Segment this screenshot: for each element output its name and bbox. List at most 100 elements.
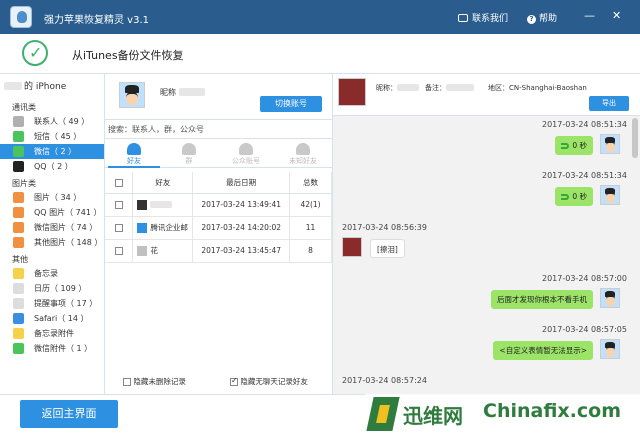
- contact-us-label: 联系我们: [472, 14, 509, 24]
- message-timestamp: 2017-03-24 08:51:34: [542, 120, 627, 129]
- chat-scrollbar[interactable]: [632, 118, 638, 158]
- sidebar-item-label: 备忘录附件: [34, 329, 74, 338]
- sidebar-item[interactable]: 其他图片（ 148 ）: [0, 235, 104, 250]
- hide-deleted-checkbox[interactable]: [123, 378, 131, 386]
- friend-name-cell: 花: [132, 239, 194, 263]
- message-bubble[interactable]: 0 秒: [555, 187, 593, 206]
- message-icon: [458, 14, 468, 22]
- watermark: 迅维网 Chinafix.com: [365, 394, 640, 436]
- sidebar-item-label: 联系人（ 49 ）: [34, 117, 90, 126]
- help-label: 帮助: [539, 14, 558, 24]
- switch-account-button[interactable]: 切换账号: [260, 96, 322, 112]
- close-button[interactable]: ✕: [612, 10, 621, 21]
- count-cell: 11: [289, 216, 332, 240]
- chat-pane: 昵称： 备注： 地区：CN-Shanghai-Baoshan 导出 2017-0…: [333, 74, 640, 394]
- table-row[interactable]: 腾讯企业邮 2017-03-24 14:20:02 11: [105, 216, 332, 240]
- message-bubble[interactable]: <自定义表情暂无法显示>: [493, 341, 593, 360]
- tab-friends[interactable]: 好友: [108, 140, 160, 168]
- table-row[interactable]: 2017-03-24 13:49:41 42(1): [105, 193, 332, 217]
- device-name: 的 iPhone: [4, 79, 66, 92]
- sidebar-item-label: 其他图片（ 148 ）: [34, 238, 103, 247]
- back-to-main-button[interactable]: 返回主界面: [20, 400, 118, 428]
- sidebar-item[interactable]: 微信图片（ 74 ）: [0, 220, 104, 235]
- message-bubble[interactable]: [擦泪]: [370, 239, 405, 258]
- row-checkbox[interactable]: [105, 216, 134, 240]
- sms-icon: [13, 131, 24, 142]
- message-bubble[interactable]: 0 秒: [555, 136, 593, 155]
- photos-icon: [13, 192, 24, 203]
- qq-photos-icon: [13, 207, 24, 218]
- message-avatar: [600, 288, 620, 308]
- contact-tabs: 好友 群 公众账号 未知好友: [105, 140, 332, 168]
- sidebar-item-label: QQ 图片（ 741 ）: [34, 208, 102, 217]
- friend-avatar-icon: [137, 246, 148, 256]
- message-timestamp: 2017-03-24 08:56:39: [342, 223, 427, 232]
- select-all-checkbox[interactable]: [105, 172, 134, 194]
- search-input[interactable]: 搜索：联系人，群，公众号: [105, 119, 332, 139]
- tab-unknown-friends[interactable]: 未知好友: [277, 140, 329, 168]
- sidebar-item[interactable]: 备忘录: [0, 266, 104, 281]
- hide-empty-option[interactable]: 隐藏无聊天记录好友: [230, 376, 308, 387]
- message-timestamp: 2017-03-24 08:57:24: [342, 376, 427, 385]
- sidebar-item-label: 提醒事项（ 17 ）: [34, 299, 98, 308]
- check-circle-icon: [22, 40, 48, 66]
- friend-name-cell: [132, 193, 194, 217]
- calendar-icon: [13, 283, 24, 294]
- sidebar-item[interactable]: 日历（ 109 ）: [0, 281, 104, 296]
- sidebar: 的 iPhone 通讯类联系人（ 49 ） 短信（ 45 ） 微信（ 2 ） QQ（ …: [0, 74, 105, 394]
- sidebar-item[interactable]: 提醒事项（ 17 ）: [0, 296, 104, 311]
- contact-us-button[interactable]: 联系我们: [458, 11, 508, 24]
- sidebar-item[interactable]: 短信（ 45 ）: [0, 129, 104, 144]
- sidebar-group-label: 图片类: [12, 179, 36, 188]
- message-avatar: [600, 185, 620, 205]
- sidebar-item[interactable]: Safari（ 14 ）: [0, 311, 104, 326]
- message-avatar: [600, 134, 620, 154]
- message-bubble[interactable]: 后面才发现你根本不看手机: [491, 290, 593, 309]
- message-avatar: [342, 237, 362, 257]
- friends-table: 好友 最后日期 总数 2017-03-24 13:49:41 42(1) 腾讯企业邮…: [105, 172, 332, 263]
- hide-empty-checkbox[interactable]: [230, 376, 238, 386]
- wechat-attachment-icon: [13, 343, 24, 354]
- sidebar-item[interactable]: 图片（ 34 ）: [0, 190, 104, 205]
- sidebar-item[interactable]: 联系人（ 49 ）: [0, 114, 104, 129]
- chat-header: 昵称： 备注： 地区：CN-Shanghai-Baoshan 导出: [333, 74, 640, 116]
- tab-groups[interactable]: 群: [163, 140, 215, 168]
- table-row[interactable]: 花 2017-03-24 13:45:47 8: [105, 239, 332, 263]
- col-header-count: 总数: [289, 172, 332, 194]
- watermark-brand: 迅维网: [403, 404, 463, 428]
- help-button[interactable]: ? 帮助: [527, 11, 557, 24]
- reminders-icon: [13, 298, 24, 309]
- contact-region: 地区：CN-Shanghai-Baoshan: [488, 84, 587, 92]
- count-cell: 8: [289, 239, 332, 263]
- hide-deleted-option[interactable]: 隐藏未删除记录: [123, 376, 186, 387]
- row-checkbox[interactable]: [105, 239, 134, 263]
- message-text: 0 秒: [572, 192, 587, 201]
- friend-avatar-icon: [137, 199, 148, 210]
- sidebar-item-label: 备忘录: [34, 269, 58, 278]
- help-icon: ?: [527, 15, 536, 24]
- sidebar-group-label: 其他: [12, 255, 28, 264]
- sidebar-item-label: 微信图片（ 74 ）: [34, 223, 98, 232]
- message-text: [擦泪]: [377, 245, 398, 254]
- qq-icon: [13, 161, 24, 172]
- official-account-icon: [239, 143, 253, 155]
- row-checkbox[interactable]: [105, 193, 134, 217]
- sidebar-item[interactable]: 微信附件（ 1 ）: [0, 341, 104, 356]
- other-photos-icon: [13, 237, 24, 248]
- sidebar-item[interactable]: 微信（ 2 ）: [0, 144, 104, 159]
- minimize-button[interactable]: —: [584, 10, 595, 21]
- export-button[interactable]: 导出: [589, 96, 629, 111]
- col-header-last-date: 最后日期: [192, 172, 291, 194]
- sidebar-group-label: 通讯类: [12, 103, 36, 112]
- unknown-friend-icon: [296, 143, 310, 155]
- sidebar-item[interactable]: QQ（ 2 ）: [0, 159, 104, 174]
- notes-icon: [13, 268, 24, 279]
- message-text: 0 秒: [572, 141, 587, 150]
- tab-official-accounts[interactable]: 公众账号: [220, 140, 272, 168]
- sidebar-item[interactable]: 备忘录附件: [0, 326, 104, 341]
- sidebar-item-label: 微信附件（ 1 ）: [34, 344, 93, 353]
- contacts-icon: [13, 116, 24, 127]
- page-title: 从iTunes备份文件恢复: [72, 49, 184, 62]
- sidebar-item[interactable]: QQ 图片（ 741 ）: [0, 205, 104, 220]
- title-bar: 强力苹果恢复精灵 v3.1 联系我们 ? 帮助 — ✕: [0, 0, 640, 34]
